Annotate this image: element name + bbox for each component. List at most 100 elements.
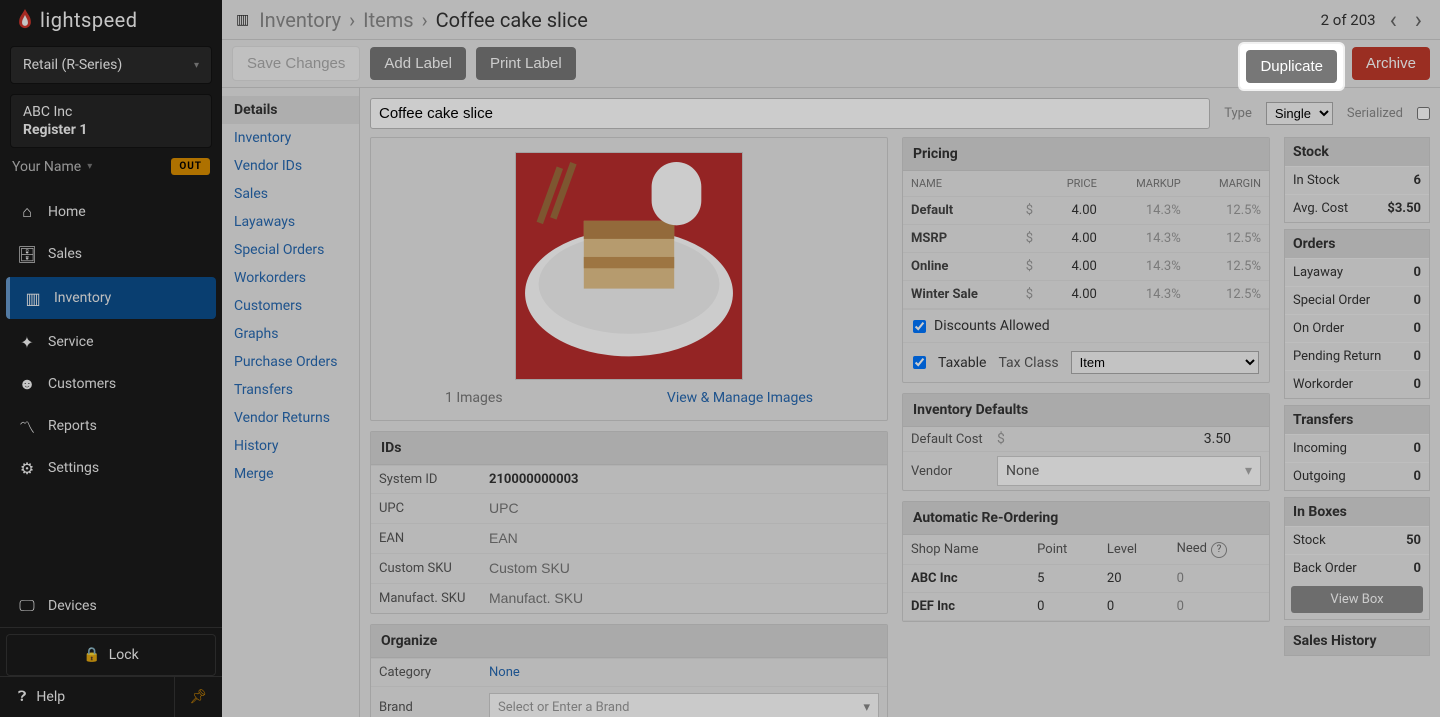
subtab-special-orders[interactable]: Special Orders — [222, 236, 359, 264]
company-block[interactable]: ABC Inc Register 1 — [10, 94, 212, 148]
ids-header: IDs — [371, 432, 887, 465]
reorder-point[interactable]: 0 — [1029, 592, 1099, 620]
series-label: Retail (R-Series) — [23, 57, 122, 73]
type-select[interactable]: Single — [1266, 102, 1333, 125]
subtab-details[interactable]: Details — [222, 96, 359, 124]
print-label-button[interactable]: Print Label — [476, 47, 576, 80]
custom-sku-input[interactable] — [489, 560, 879, 576]
brand-name: lightspeed — [40, 8, 138, 32]
reorder-col-level: Level — [1099, 535, 1169, 564]
type-label: Type — [1224, 106, 1252, 121]
main-panel: ▥ Inventory › Items › Coffee cake slice … — [222, 0, 1440, 717]
upc-input[interactable] — [489, 500, 879, 516]
brand-placeholder: Select or Enter a Brand — [498, 700, 629, 715]
add-label-button[interactable]: Add Label — [370, 47, 466, 80]
price-value[interactable]: 4.00 — [1041, 225, 1105, 253]
tax-class-select[interactable]: Item — [1071, 351, 1259, 374]
nav-sales[interactable]: 🗄Sales — [0, 233, 222, 275]
custom-sku-label: Custom SKU — [371, 554, 481, 584]
nav-home[interactable]: ⌂Home — [0, 191, 222, 233]
serialized-label: Serialized — [1347, 106, 1403, 121]
nav-label: Settings — [48, 460, 99, 476]
price-value[interactable]: 4.00 — [1041, 253, 1105, 281]
help-icon[interactable]: ? — [1211, 542, 1227, 558]
subtab-sales[interactable]: Sales — [222, 180, 359, 208]
in-stock-value: 6 — [1414, 173, 1421, 188]
upc-label: UPC — [371, 494, 481, 524]
price-value[interactable]: 4.00 — [1041, 281, 1105, 309]
inventory-icon: ▥ — [236, 12, 249, 28]
customers-icon: ☻ — [18, 375, 36, 393]
register-name: Register 1 — [23, 121, 199, 139]
subtab-merge[interactable]: Merge — [222, 460, 359, 488]
crumb-leaf: Coffee cake slice — [436, 8, 588, 32]
nav-devices[interactable]: 🖵Devices — [0, 585, 222, 628]
view-box-button[interactable]: View Box — [1291, 586, 1423, 613]
brand-label: Brand — [371, 687, 481, 717]
subtab-customers[interactable]: Customers — [222, 292, 359, 320]
subtab-vendor-returns[interactable]: Vendor Returns — [222, 404, 359, 432]
subtab-layaways[interactable]: Layaways — [222, 208, 359, 236]
out-badge[interactable]: OUT — [171, 158, 210, 175]
ean-input[interactable] — [489, 530, 879, 546]
serialized-checkbox[interactable] — [1417, 107, 1430, 120]
pin-button[interactable]: 📌︎ — [174, 677, 222, 717]
company-name: ABC Inc — [23, 103, 199, 121]
category-label: Category — [371, 659, 481, 687]
nav-reports[interactable]: 〽Reports — [0, 405, 222, 447]
product-image[interactable] — [515, 152, 743, 380]
reorder-point[interactable]: 5 — [1029, 564, 1099, 592]
settings-icon: ⚙ — [18, 459, 36, 477]
vendor-select[interactable]: None▾ — [997, 456, 1261, 486]
subtab-transfers[interactable]: Transfers — [222, 376, 359, 404]
nav-label: Reports — [48, 418, 97, 434]
subtab-graphs[interactable]: Graphs — [222, 320, 359, 348]
save-button[interactable]: Save Changes — [232, 46, 360, 81]
sales-icon: 🗄 — [18, 245, 36, 263]
default-cost-value[interactable]: 3.50 — [1013, 431, 1261, 447]
subtab-purchase-orders[interactable]: Purchase Orders — [222, 348, 359, 376]
nav-settings[interactable]: ⚙ Settings — [0, 447, 222, 489]
price-value[interactable]: 4.00 — [1041, 197, 1105, 225]
reorder-level[interactable]: 0 — [1099, 592, 1169, 620]
taxable-checkbox[interactable] — [913, 356, 926, 369]
system-id-value: 210000000003 — [481, 466, 887, 494]
price-row: MSRP$4.0014.3%12.5% — [903, 225, 1269, 253]
nav-label: Home — [48, 204, 86, 220]
discounts-checkbox[interactable] — [913, 320, 926, 333]
chevron-down-icon: ▾ — [87, 161, 92, 172]
reorder-row: ABC Inc5200 — [903, 564, 1269, 592]
help-icon: ❓︎ — [18, 689, 26, 705]
pager-prev[interactable]: ‹ — [1386, 6, 1401, 34]
pager-next[interactable]: › — [1411, 6, 1426, 34]
main-sidebar: lightspeed Retail (R-Series) ▾ ABC Inc R… — [0, 0, 222, 717]
subtab-inventory[interactable]: Inventory — [222, 124, 359, 152]
archive-button[interactable]: Archive — [1352, 47, 1430, 80]
vendor-value: None — [1006, 463, 1039, 479]
subtab-workorders[interactable]: Workorders — [222, 264, 359, 292]
help-label: Help — [36, 689, 65, 705]
crumb-root[interactable]: Inventory — [259, 8, 341, 32]
subtab-history[interactable]: History — [222, 432, 359, 460]
reorder-row: DEF Inc000 — [903, 592, 1269, 620]
user-name[interactable]: Your Name — [12, 159, 81, 175]
pricing-col-price: PRICE — [1041, 171, 1105, 197]
category-value[interactable]: None — [489, 665, 520, 680]
crumb-mid[interactable]: Items — [363, 8, 413, 32]
nav-inventory[interactable]: ▥Inventory — [6, 277, 216, 319]
series-selector[interactable]: Retail (R-Series) ▾ — [10, 46, 212, 84]
lock-button[interactable]: 🔒Lock — [6, 634, 216, 676]
brand-select[interactable]: Select or Enter a Brand▾ — [489, 693, 879, 717]
pager: 2 of 203 ‹ › — [1321, 6, 1426, 34]
reorder-level[interactable]: 20 — [1099, 564, 1169, 592]
subtab-vendor-ids[interactable]: Vendor IDs — [222, 152, 359, 180]
nav-service[interactable]: ✦Service — [0, 321, 222, 363]
manufact-sku-input[interactable] — [489, 590, 879, 606]
manage-images-link[interactable]: View & Manage Images — [667, 390, 813, 406]
duplicate-button[interactable]: Duplicate — [1246, 50, 1337, 83]
taxable-label: Taxable — [938, 355, 986, 371]
item-name-input[interactable] — [370, 98, 1210, 129]
price-row: Winter Sale$4.0014.3%12.5% — [903, 281, 1269, 309]
help-button[interactable]: ❓︎ Help — [0, 677, 174, 717]
nav-customers[interactable]: ☻Customers — [0, 363, 222, 405]
